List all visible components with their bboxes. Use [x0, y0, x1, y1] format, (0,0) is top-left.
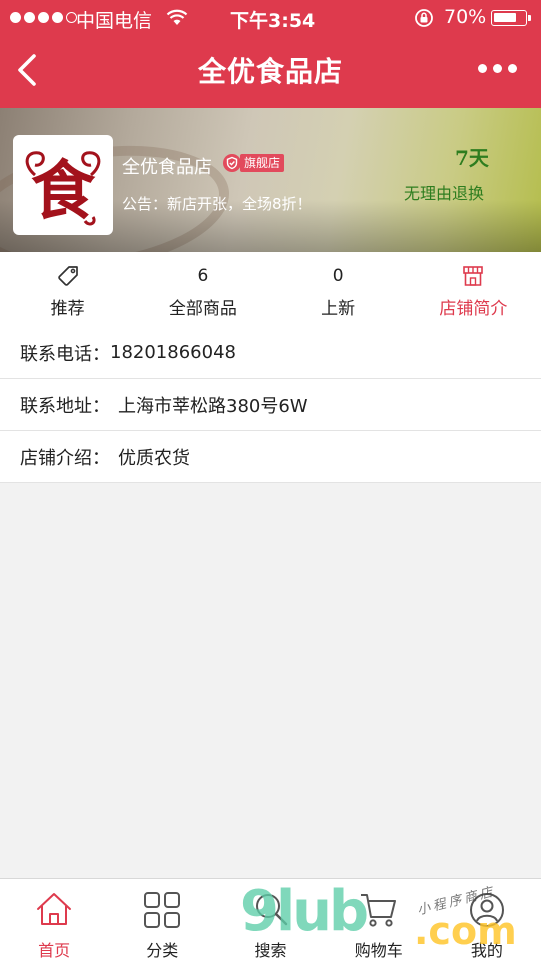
tab-shop-intro[interactable]: 店铺简介 — [406, 252, 541, 327]
tabbar-category[interactable]: 分类 — [108, 879, 216, 960]
return-days: 7天 — [455, 146, 489, 170]
tabbar-home[interactable]: 首页 — [0, 879, 108, 960]
flagship-badge: 旗舰店 — [222, 153, 285, 173]
tabbar-label: 购物车 — [354, 941, 403, 960]
shop-name: 全优食品店 — [122, 157, 212, 178]
return-policy: 无理由退换 — [404, 184, 485, 203]
intro-label: 店铺介绍： — [20, 447, 110, 469]
tab-all-products[interactable]: 6 全部商品 — [135, 252, 270, 327]
battery-percent: 70% — [444, 6, 487, 28]
all-products-count: 6 — [197, 266, 209, 286]
tab-label: 全部商品 — [168, 299, 237, 319]
contact-address-row: 联系地址： 上海市莘松路380号6W — [0, 379, 541, 431]
more-dots-icon[interactable] — [478, 64, 517, 73]
search-icon — [255, 894, 287, 926]
user-icon — [469, 893, 504, 927]
tab-label: 推荐 — [50, 299, 85, 319]
tabbar-label: 首页 — [38, 941, 71, 960]
shop-logo: 食 — [13, 135, 113, 235]
tabbar-label: 分类 — [146, 941, 179, 960]
store-icon — [463, 266, 484, 286]
rotation-lock-icon — [415, 9, 433, 27]
signal-strength-icon — [10, 12, 77, 23]
shop-logo-shi: 食 — [25, 151, 101, 229]
shop-intro-row: 店铺介绍： 优质农货 — [0, 431, 541, 483]
grid-icon — [144, 892, 181, 928]
page-title: 全优食品店 — [197, 55, 343, 88]
address-label: 联系地址： — [20, 395, 110, 417]
shop-tabs: 推荐 6 全部商品 0 上新 店铺简介 — [0, 252, 541, 327]
tab-label: 店铺简介 — [439, 299, 508, 319]
intro-value: 优质农货 — [118, 447, 190, 469]
address-value: 上海市莘松路380号6W — [118, 395, 308, 417]
new-arrivals-count: 0 — [332, 266, 344, 286]
status-bar: 中国电信 下午3:54 70% — [0, 0, 541, 36]
svg-text:食: 食 — [31, 154, 96, 229]
badge-label: 旗舰店 — [240, 154, 285, 172]
tabbar-cart[interactable]: 购物车 — [325, 879, 433, 960]
shop-notice: 公告：新店开张，全场8折！ — [122, 195, 312, 213]
wifi-icon — [166, 9, 188, 25]
status-time: 下午3:54 — [230, 10, 316, 32]
tab-recommend[interactable]: 推荐 — [0, 252, 135, 327]
shop-info-list: 联系电话： 18201866048 联系地址： 上海市莘松路380号6W 店铺介… — [0, 327, 541, 483]
carrier-name: 中国电信 — [76, 10, 153, 32]
tabbar-search[interactable]: 搜索 — [216, 879, 324, 960]
tab-new-arrivals[interactable]: 0 上新 — [271, 252, 406, 327]
home-icon — [37, 893, 72, 925]
contact-phone-row[interactable]: 联系电话： 18201866048 — [0, 327, 541, 379]
phone-value: 18201866048 — [110, 342, 236, 363]
shop-banner: 食 全优食品店 旗舰店 公告：新店开张，全场8折！ 7天 无理由退换 — [0, 108, 541, 252]
tab-label: 上新 — [321, 299, 356, 319]
tabbar-profile[interactable]: 我的 — [433, 879, 541, 960]
tabbar-label: 搜索 — [254, 941, 287, 960]
header: 中国电信 下午3:54 70% 全优食品店 — [0, 0, 541, 108]
tag-icon — [57, 266, 78, 286]
cart-icon — [360, 894, 396, 927]
battery-icon — [491, 10, 531, 26]
tabbar-label: 我的 — [470, 941, 503, 960]
bottom-tabbar: 首页 分类 搜索 购物车 我的 — [0, 878, 541, 960]
shield-icon — [223, 154, 241, 172]
phone-label: 联系电话： — [20, 343, 110, 365]
